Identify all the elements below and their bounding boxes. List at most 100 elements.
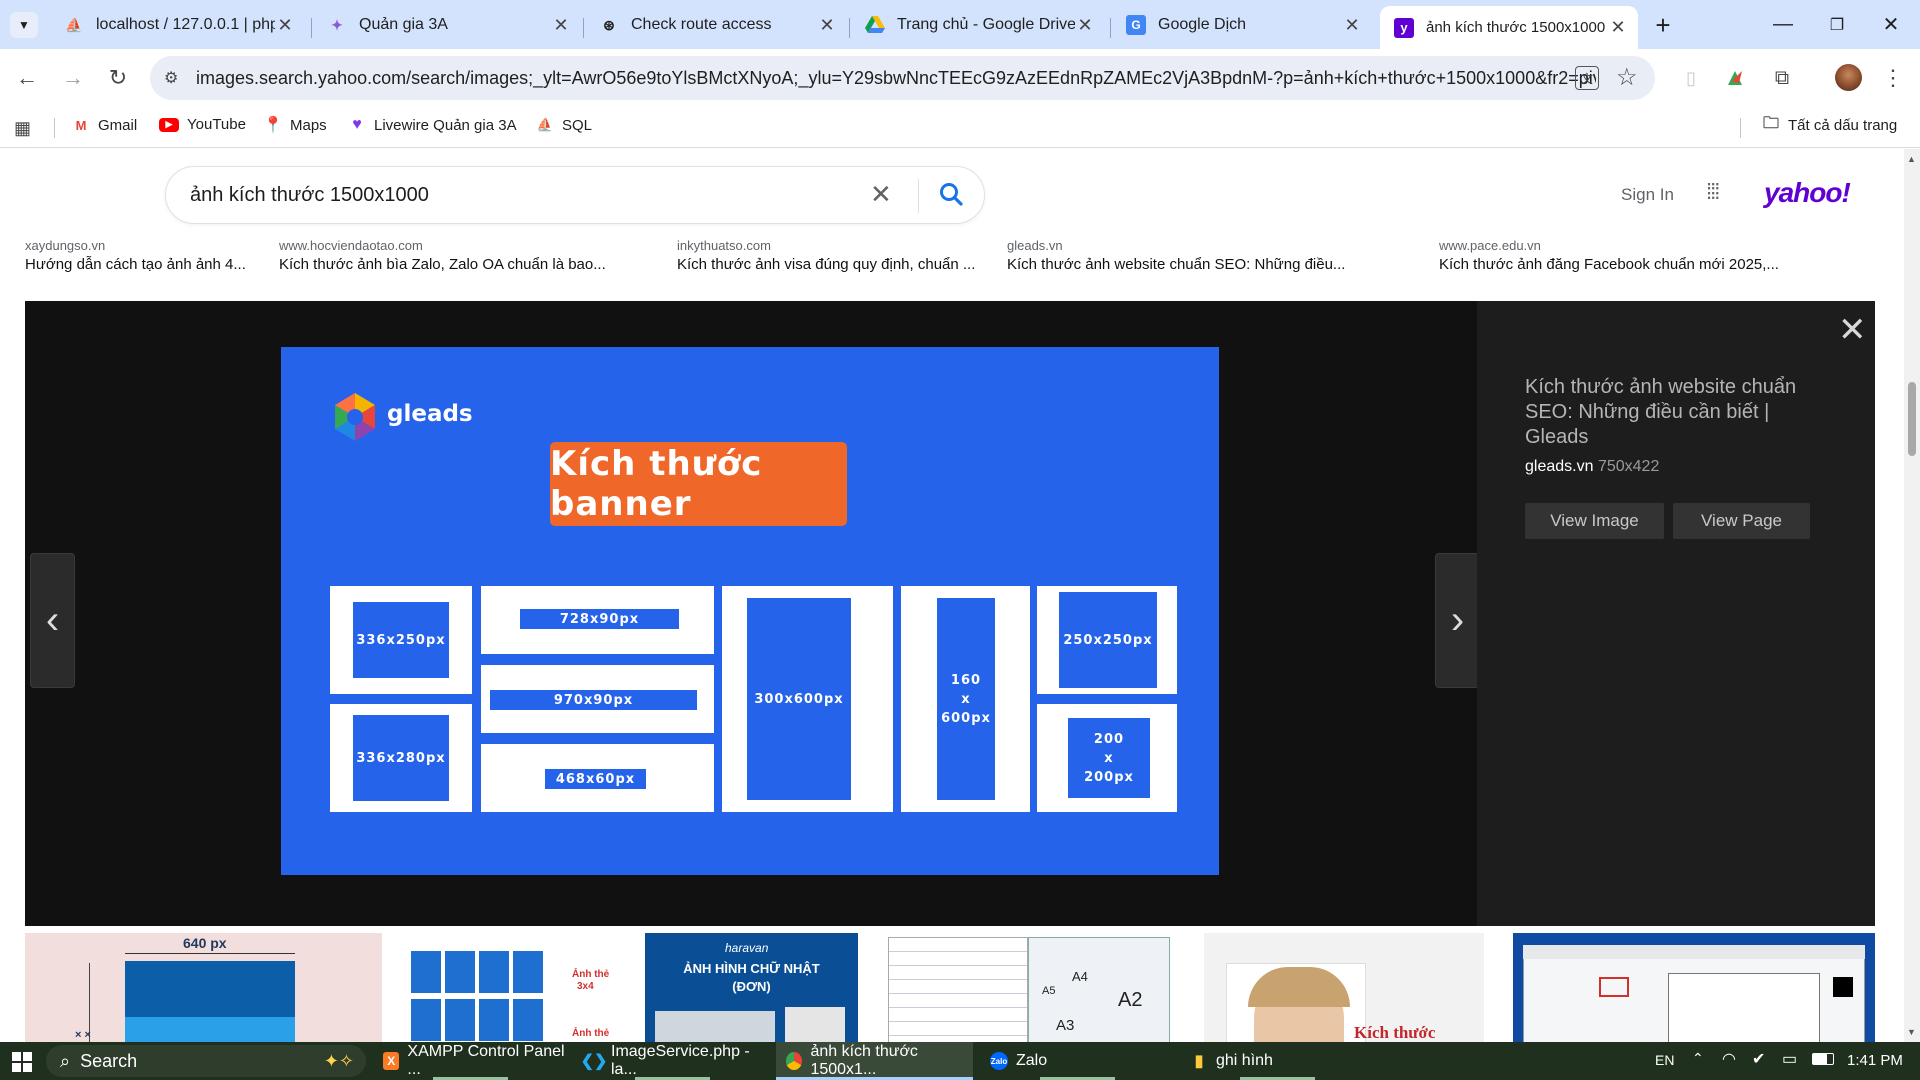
bookmark-gmail[interactable]: M Gmail <box>72 116 138 134</box>
size-block-250x250: 250x250px <box>1059 592 1157 688</box>
minimize-button[interactable]: — <box>1756 0 1810 49</box>
language-indicator[interactable]: EN <box>1655 1052 1674 1068</box>
size-block-728x90: 728x90px <box>520 609 679 629</box>
vpn-icon[interactable]: ✔ <box>1752 1049 1765 1069</box>
back-icon[interactable]: ← <box>12 63 42 93</box>
thumbnail-paper-sizes[interactable]: A2 A3 A4 A5 <box>888 933 1173 1043</box>
result-caption[interactable]: gleads.vn Kích thước ảnh website chuẩn S… <box>1007 238 1357 273</box>
scroll-up-arrow[interactable]: ▲ <box>1907 154 1916 164</box>
page-scrollbar[interactable]: ▲ ▼ <box>1904 149 1920 1042</box>
apps-grid-icon[interactable]: ⁞⁞⁞ <box>1706 179 1720 205</box>
previous-image-button[interactable]: ‹ <box>30 553 75 688</box>
tab-search-button[interactable]: ▼ <box>10 12 38 38</box>
profile-avatar[interactable] <box>1835 64 1862 91</box>
search-icon[interactable] <box>938 181 964 212</box>
close-icon[interactable]: ✕ <box>1342 15 1362 36</box>
translate-page-icon[interactable]: 文 <box>1575 66 1599 90</box>
taskbar-xampp[interactable]: X XAMPP Control Panel ... <box>373 1042 567 1080</box>
result-caption[interactable]: xaydungso.vn Hướng dẫn cách tạo ảnh ảnh … <box>25 238 255 273</box>
reload-icon[interactable]: ↻ <box>103 63 133 93</box>
bookmarks-bar: ▦ M Gmail ▶ YouTube 📍 Maps ♥ Livewire Quản g… <box>0 106 1920 148</box>
close-window-button[interactable]: ✕ <box>1864 0 1918 49</box>
extension-blank-icon[interactable]: ▯ <box>1676 63 1706 93</box>
preview-domain[interactable]: gleads.vn <box>1525 458 1594 475</box>
tab-google-drive[interactable]: Trang chủ - Google Drive ✕ <box>851 8 1105 42</box>
tab-google-translate[interactable]: G Google Dịch ✕ <box>1112 8 1372 42</box>
scroll-down-arrow[interactable]: ▼ <box>1907 1027 1916 1037</box>
close-icon[interactable]: ✕ <box>551 15 571 36</box>
clock[interactable]: 1:41 PM <box>1847 1052 1903 1069</box>
url-text[interactable]: images.search.yahoo.com/search/images;_y… <box>196 56 1596 100</box>
result-caption[interactable]: inkythuatso.com Kích thước ảnh visa đúng… <box>677 238 982 273</box>
clear-search-icon[interactable]: ✕ <box>870 179 892 210</box>
extension-color-icon[interactable] <box>1720 63 1750 93</box>
xampp-icon: X <box>383 1052 400 1070</box>
tab-yahoo-images[interactable]: y ảnh kích thước 1500x1000 ✕ <box>1380 6 1638 49</box>
tray-chevron-icon[interactable]: ⌃ <box>1692 1050 1704 1067</box>
thumbnail-portrait[interactable]: Kích thước <box>1204 933 1484 1043</box>
openai-icon: ⊛ <box>603 16 615 33</box>
battery-icon[interactable] <box>1812 1053 1834 1065</box>
search-input[interactable]: ảnh kích thước 1500x1000 <box>190 167 429 223</box>
bookmark-youtube[interactable]: ▶ YouTube <box>159 116 246 133</box>
windows-start-icon[interactable] <box>12 1052 32 1077</box>
bookmark-maps[interactable]: 📍 Maps <box>263 116 327 135</box>
close-icon[interactable]: ✕ <box>1075 15 1095 36</box>
forward-icon[interactable]: → <box>58 63 88 93</box>
sign-in-link[interactable]: Sign In <box>1621 185 1674 205</box>
taskbar-zalo[interactable]: Zalo Zalo <box>980 1042 1174 1080</box>
preview-title[interactable]: Kích thước ảnh website chuẩn SEO: Những … <box>1525 375 1825 450</box>
yahoo-header: ảnh kích thước 1500x1000 ✕ Sign In ⁞⁞⁞ y… <box>0 149 1904 239</box>
preview-image[interactable]: gleads Kích thước banner 336x250px 336x2… <box>281 347 1219 875</box>
taskbar-vscode[interactable]: ❮❯ ImageService.php - la... <box>575 1042 770 1080</box>
thumbnail-paint-resize[interactable] <box>1513 933 1875 1043</box>
thumbnail-haravan[interactable]: haravan ẢNH HÌNH CHỮ NHẬT (ĐƠN) <box>645 933 858 1043</box>
gleads-logo-icon <box>329 391 381 448</box>
phpmyadmin-icon: ⛵ <box>536 117 554 132</box>
wifi-icon[interactable]: ◠ <box>1722 1049 1736 1069</box>
yahoo-logo[interactable]: yahoo! <box>1764 177 1851 209</box>
thumbnail-id-photos[interactable]: Ảnh thẻ 3x4 Ảnh thẻ <box>405 933 620 1043</box>
maps-pin-icon: 📍 <box>263 117 283 134</box>
close-icon[interactable]: ✕ <box>817 15 837 36</box>
view-image-button[interactable]: View Image <box>1525 503 1664 539</box>
result-caption[interactable]: www.pace.edu.vn Kích thước ảnh đăng Face… <box>1439 238 1799 273</box>
view-page-button[interactable]: View Page <box>1673 503 1810 539</box>
address-bar[interactable]: ⚙ images.search.yahoo.com/search/images;… <box>150 56 1655 100</box>
close-icon[interactable]: ✕ <box>1608 17 1628 38</box>
restore-button[interactable]: ❐ <box>1810 0 1864 49</box>
menu-kebab-icon[interactable]: ⋮ <box>1878 63 1908 93</box>
close-preview-icon[interactable]: ✕ <box>1838 313 1867 347</box>
tab-phpmyadmin[interactable]: ⛵ localhost / 127.0.0.1 | phpMyAdmin ✕ <box>50 8 305 42</box>
app-icon: ✦ <box>331 16 343 33</box>
extensions-puzzle-icon[interactable]: ⧉ <box>1767 63 1797 93</box>
taskbar-chrome[interactable]: ảnh kích thước 1500x1... <box>776 1042 973 1080</box>
site-info-icon[interactable]: ⚙ <box>164 68 178 88</box>
result-caption[interactable]: www.hocviendaotao.com Kích thước ảnh bìa… <box>279 238 609 273</box>
tab-quan-gia[interactable]: ✦ Quản gia 3A ✕ <box>313 8 581 42</box>
browser-toolbar: ← → ↻ ⚙ images.search.yahoo.com/search/i… <box>0 49 1920 106</box>
folder-icon: ▮ <box>1194 1053 1204 1070</box>
taskbar-ghi-hinh[interactable]: ▮ ghi hình <box>1180 1042 1374 1080</box>
bookmark-sql[interactable]: ⛵ SQL <box>536 116 592 134</box>
size-block-336x280: 336x280px <box>353 715 449 801</box>
bookmark-livewire[interactable]: ♥ Livewire Quản gia 3A <box>348 116 516 134</box>
tab-check-route[interactable]: ⊛ Check route access ✕ <box>585 8 847 42</box>
thumbnail-640px[interactable]: 640 px × × <box>25 933 382 1043</box>
scroll-thumb[interactable] <box>1908 382 1916 456</box>
tab-strip: ▼ ⛵ localhost / 127.0.0.1 | phpMyAdmin ✕… <box>0 0 1920 49</box>
search-icon: ⌕ <box>60 1050 71 1071</box>
new-tab-button[interactable]: + <box>1648 10 1678 40</box>
next-image-button[interactable]: › <box>1435 553 1480 688</box>
taskbar-search[interactable]: ⌕ Search ✦✧ <box>46 1045 366 1077</box>
yahoo-icon: y <box>1394 17 1414 38</box>
brand-name: gleads <box>387 401 473 427</box>
apps-grid-icon[interactable]: ▦ <box>14 118 31 139</box>
preview-details-panel: ✕ Kích thước ảnh website chuẩn SEO: Nhữn… <box>1477 301 1875 926</box>
size-block-200x200: 200 x 200px <box>1068 718 1150 798</box>
all-bookmarks[interactable]: 🗀 Tất cả dấu trang <box>1762 115 1897 134</box>
display-icon[interactable]: ▭ <box>1782 1049 1797 1069</box>
bookmark-star-icon[interactable]: ☆ <box>1616 63 1638 92</box>
close-icon[interactable]: ✕ <box>275 15 295 36</box>
phpmyadmin-icon: ⛵ <box>65 16 83 33</box>
